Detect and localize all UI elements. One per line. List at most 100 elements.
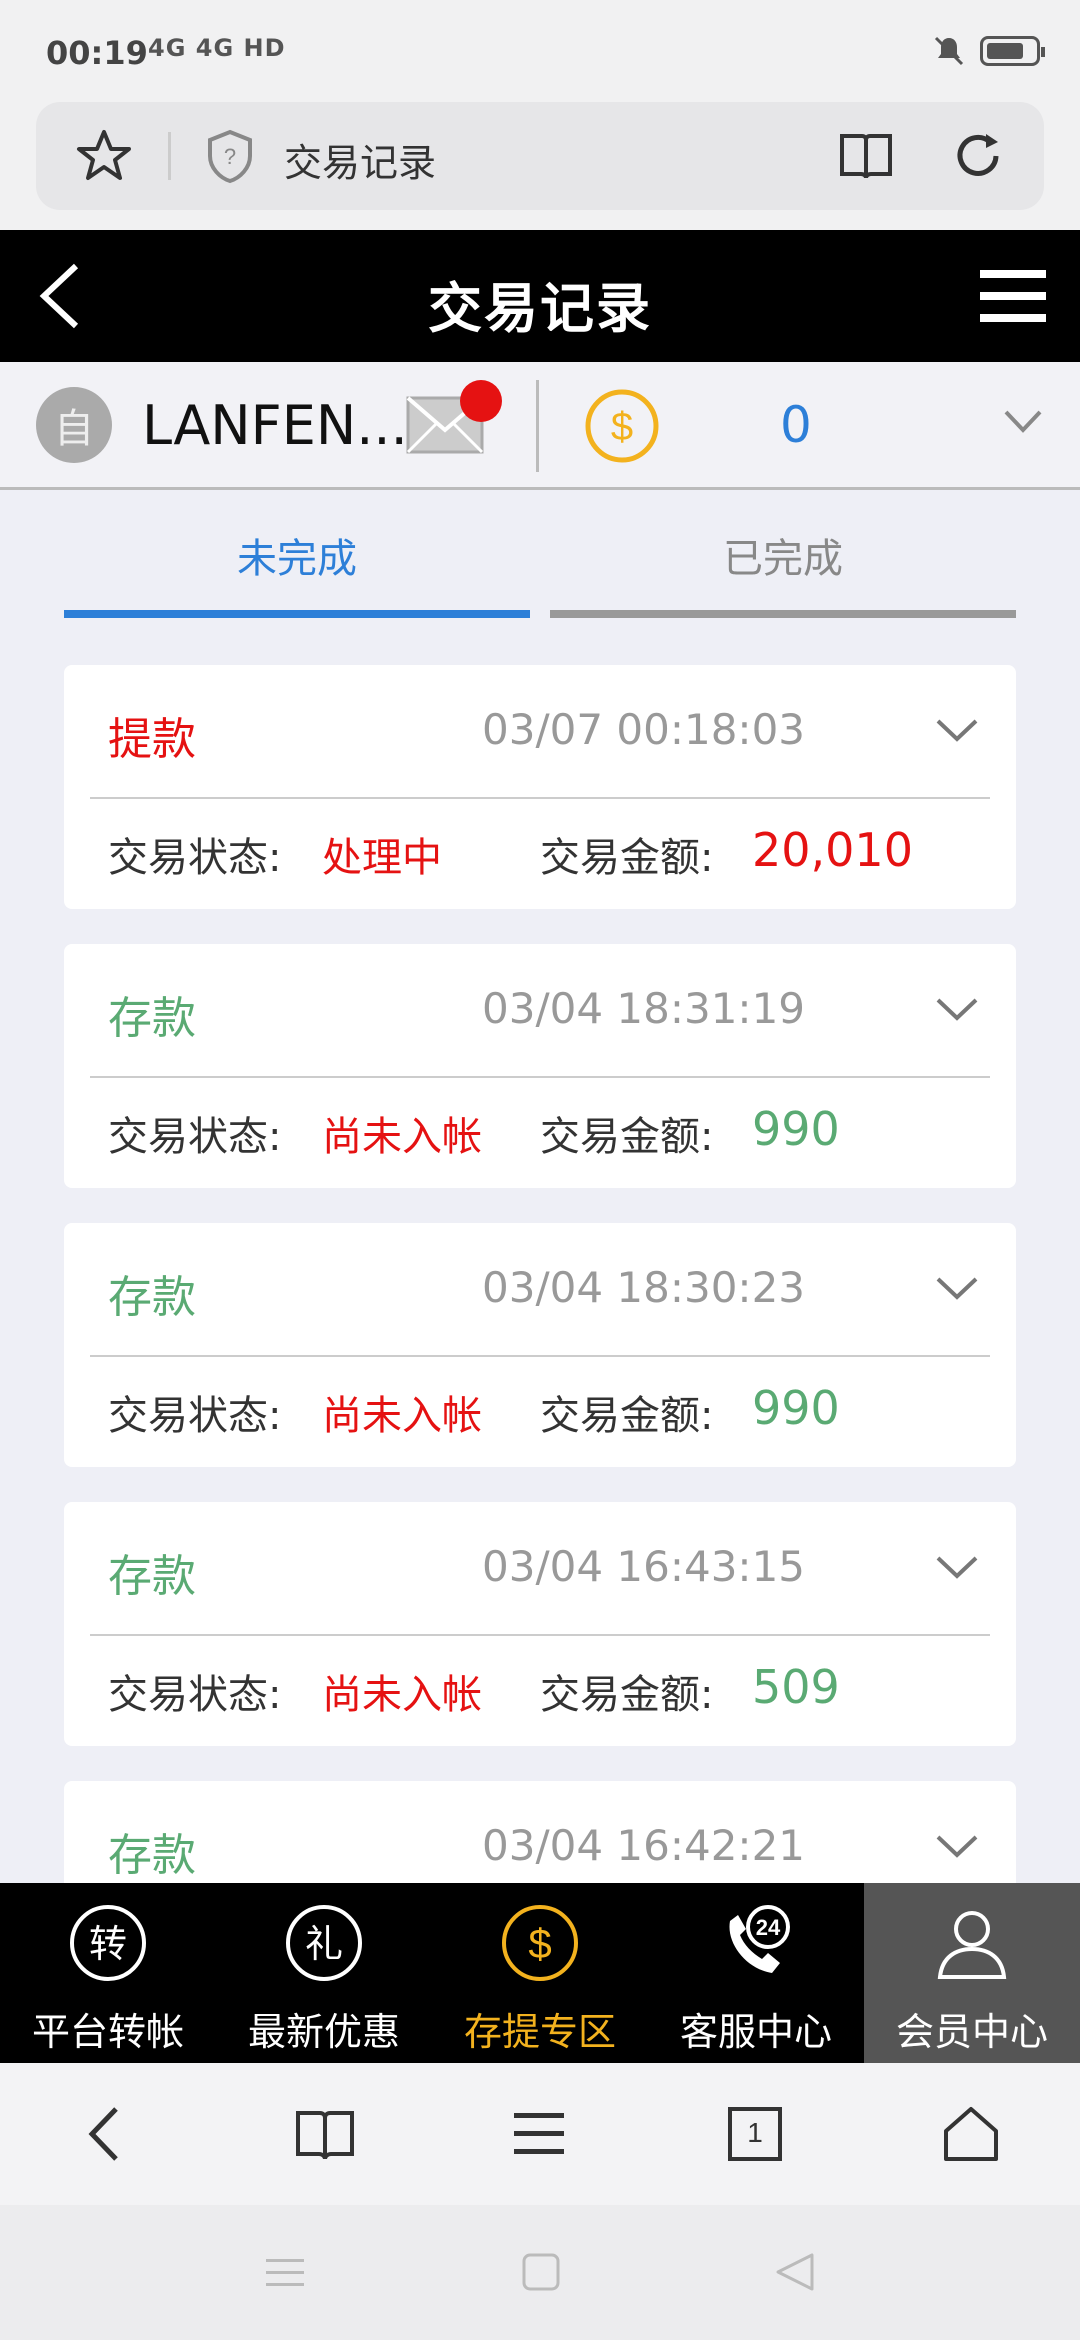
status-right bbox=[932, 34, 1045, 68]
status-tabs: 未完成 已完成 bbox=[0, 490, 1080, 630]
status-label: 交易状态: bbox=[108, 835, 282, 881]
url-divider bbox=[168, 132, 171, 180]
transaction-card[interactable]: 存款 03/04 18:30:23 交易状态: 尚未入帐 交易金额: 990 bbox=[64, 1223, 1016, 1467]
bookmark-star-icon[interactable] bbox=[76, 128, 132, 184]
status-time: 00:19 bbox=[46, 34, 148, 72]
reload-icon[interactable] bbox=[952, 130, 1004, 182]
username[interactable]: LANFEN... bbox=[142, 394, 408, 457]
divider bbox=[536, 380, 539, 472]
tab-count: 1 bbox=[747, 2117, 763, 2148]
amount-label: 交易金额: bbox=[540, 1393, 714, 1439]
amount-label: 交易金额: bbox=[540, 1672, 714, 1718]
divider bbox=[90, 1355, 990, 1357]
gift-icon: 礼 bbox=[286, 1905, 362, 1981]
transfer-icon: 转 bbox=[70, 1905, 146, 1981]
hamburger-menu-icon[interactable] bbox=[980, 268, 1046, 324]
url-pill[interactable]: ? 交易记录 bbox=[36, 102, 1044, 210]
chevron-down-icon[interactable] bbox=[1002, 406, 1044, 436]
nav-label: 存提专区 bbox=[463, 2010, 616, 2054]
battery-icon bbox=[980, 36, 1045, 66]
avatar[interactable]: 自 bbox=[36, 387, 112, 463]
support-phone-icon: 24 bbox=[729, 1905, 790, 1973]
browser-back-icon[interactable] bbox=[74, 2101, 140, 2167]
recent-apps-icon[interactable] bbox=[262, 2249, 308, 2295]
transaction-date: 03/04 18:31:19 bbox=[482, 984, 806, 1033]
divider bbox=[90, 797, 990, 799]
dollar-icon: $ bbox=[502, 1905, 578, 1981]
amount-value: 990 bbox=[752, 1381, 840, 1435]
chevron-down-icon[interactable] bbox=[934, 1833, 980, 1861]
transaction-card[interactable]: 提款 03/07 00:18:03 交易状态: 处理中 交易金额: 20,010 bbox=[64, 665, 1016, 909]
status-value: 尚未入帐 bbox=[322, 1114, 482, 1160]
unread-badge bbox=[460, 380, 502, 422]
amount-value: 20,010 bbox=[752, 823, 913, 877]
divider bbox=[90, 1634, 990, 1636]
status-label: 交易状态: bbox=[108, 1672, 282, 1718]
status-value: 尚未入帐 bbox=[322, 1672, 482, 1718]
member-icon bbox=[937, 1911, 1007, 1979]
transaction-card[interactable]: 存款 03/04 18:31:19 交易状态: 尚未入帐 交易金额: 990 bbox=[64, 944, 1016, 1188]
transaction-type: 存款 bbox=[108, 993, 196, 1044]
tab-incomplete-underline bbox=[64, 610, 530, 618]
tabs-count-icon[interactable]: 1 bbox=[722, 2101, 788, 2167]
mute-bell-icon bbox=[934, 36, 964, 66]
nav-label: 会员中心 bbox=[895, 2010, 1048, 2054]
transaction-type: 存款 bbox=[108, 1830, 196, 1881]
shield-icon[interactable]: ? bbox=[204, 128, 256, 184]
svg-text:转: 转 bbox=[89, 1922, 127, 1966]
transaction-card[interactable]: 存款 03/04 16:42:21 bbox=[64, 1781, 1016, 1883]
divider bbox=[90, 1076, 990, 1078]
transaction-type: 存款 bbox=[108, 1272, 196, 1323]
svg-text:24: 24 bbox=[756, 1915, 781, 1940]
nav-label: 最新优惠 bbox=[247, 2010, 400, 2054]
status-value: 尚未入帐 bbox=[322, 1393, 482, 1439]
svg-text:?: ? bbox=[224, 144, 236, 169]
amount-label: 交易金额: bbox=[540, 835, 714, 881]
svg-text:礼: 礼 bbox=[305, 1922, 343, 1966]
amount-value: 990 bbox=[752, 1102, 840, 1156]
system-nav bbox=[0, 2205, 1080, 2340]
tab-completed[interactable]: 已完成 bbox=[550, 526, 1016, 584]
reader-mode-icon[interactable] bbox=[838, 130, 894, 182]
chevron-down-icon[interactable] bbox=[934, 1554, 980, 1582]
chevron-down-icon[interactable] bbox=[934, 996, 980, 1024]
menu-icon[interactable] bbox=[506, 2101, 572, 2167]
page-title: 交易记录 bbox=[428, 277, 652, 340]
transaction-type: 存款 bbox=[108, 1551, 196, 1602]
nav-transfer[interactable]: 转 平台转帐 bbox=[0, 1883, 216, 2063]
back-triangle-icon[interactable] bbox=[772, 2249, 818, 2295]
coin-icon: $ bbox=[585, 389, 659, 463]
nav-member[interactable]: 会员中心 bbox=[864, 1883, 1080, 2063]
nav-label: 客服中心 bbox=[679, 2010, 832, 2054]
url-title[interactable]: 交易记录 bbox=[284, 132, 436, 187]
transaction-date: 03/04 16:42:21 bbox=[482, 1821, 806, 1870]
browser-toolbar: 1 bbox=[0, 2063, 1080, 2205]
transaction-card[interactable]: 存款 03/04 16:43:15 交易状态: 尚未入帐 交易金额: 509 bbox=[64, 1502, 1016, 1746]
bookmarks-icon[interactable] bbox=[292, 2101, 358, 2167]
nav-deposit-withdraw[interactable]: $ 存提专区 bbox=[432, 1883, 648, 2063]
status-bar: 00:19 4G 4G HD bbox=[0, 0, 1080, 100]
home-icon[interactable] bbox=[938, 2101, 1004, 2167]
home-button-icon[interactable] bbox=[518, 2249, 564, 2295]
user-info-bar: 自 LANFEN... $ 0 bbox=[0, 362, 1080, 490]
status-label: 交易状态: bbox=[108, 1393, 282, 1439]
nav-promotions[interactable]: 礼 最新优惠 bbox=[216, 1883, 432, 2063]
svg-text:$: $ bbox=[611, 405, 633, 449]
nav-label: 平台转帐 bbox=[31, 2010, 184, 2054]
tab-incomplete[interactable]: 未完成 bbox=[64, 526, 530, 584]
app-header: 交易记录 bbox=[0, 230, 1080, 362]
transaction-date: 03/07 00:18:03 bbox=[482, 705, 806, 754]
nav-support[interactable]: 24 客服中心 bbox=[648, 1883, 864, 2063]
chevron-down-icon[interactable] bbox=[934, 1275, 980, 1303]
status-label: 交易状态: bbox=[108, 1114, 282, 1160]
bottom-nav: 转 平台转帐 礼 最新优惠 $ 存提专区 24 客服中心 会员中心 bbox=[0, 1883, 1080, 2063]
chevron-down-icon[interactable] bbox=[934, 717, 980, 745]
amount-label: 交易金额: bbox=[540, 1114, 714, 1160]
network-indicator: 4G 4G HD bbox=[148, 34, 286, 62]
browser-url-bar: ? 交易记录 bbox=[0, 100, 1080, 230]
svg-text:$: $ bbox=[528, 1920, 551, 1967]
tab-completed-underline bbox=[550, 610, 1016, 618]
transaction-date: 03/04 18:30:23 bbox=[482, 1263, 806, 1312]
amount-value: 509 bbox=[752, 1660, 840, 1714]
transaction-list: 提款 03/07 00:18:03 交易状态: 处理中 交易金额: 20,010… bbox=[64, 665, 1016, 1883]
